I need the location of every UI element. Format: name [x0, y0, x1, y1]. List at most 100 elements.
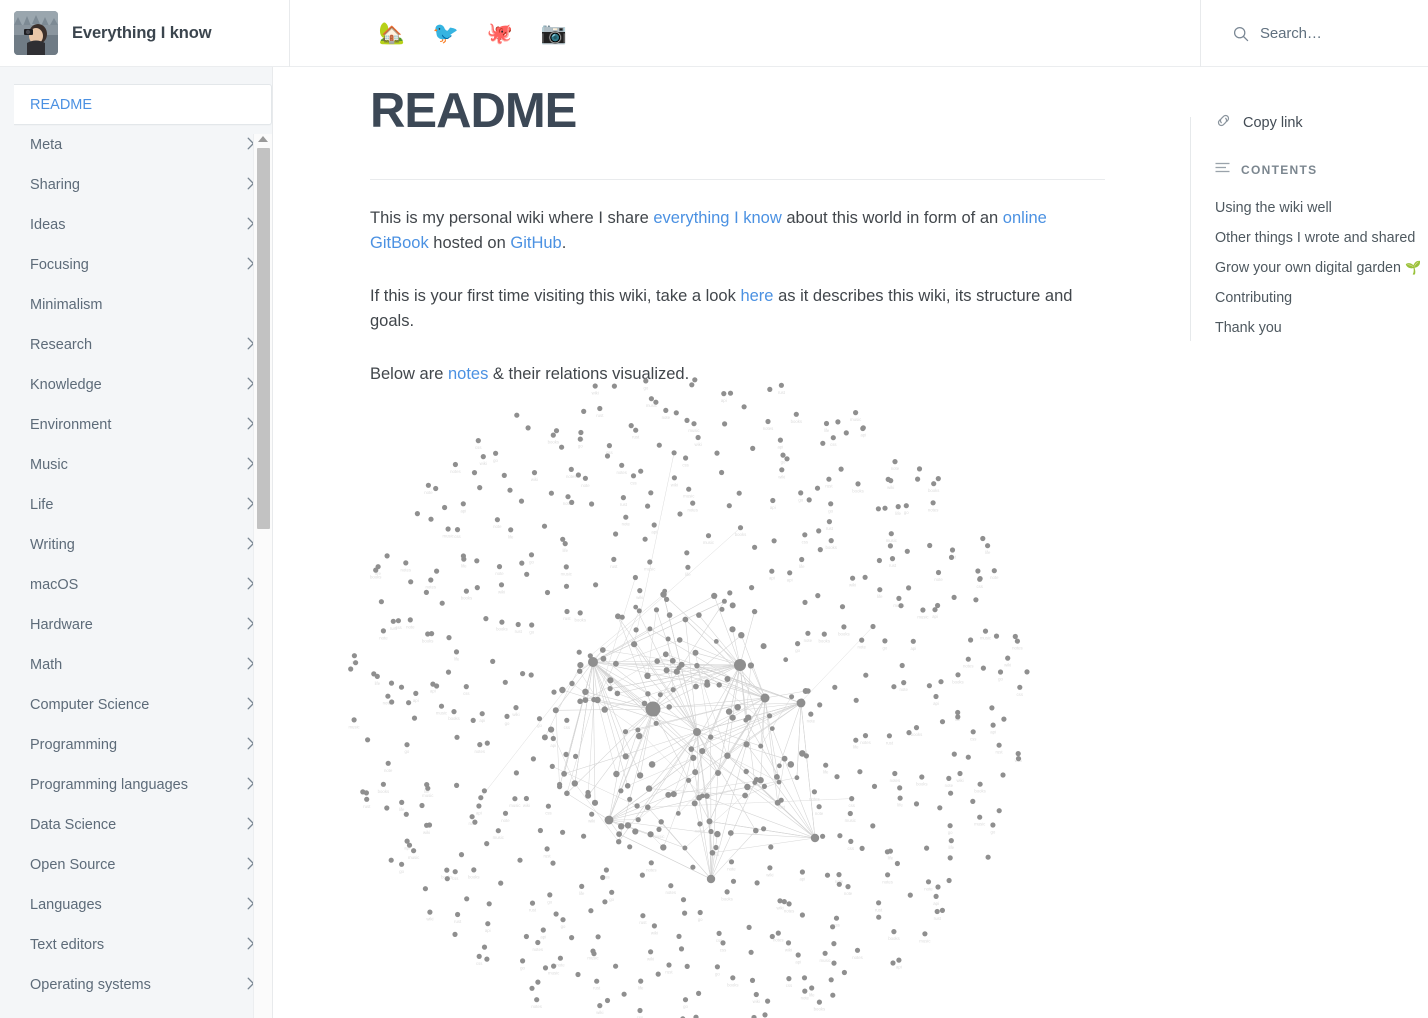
- search-input[interactable]: Search…: [1200, 0, 1428, 67]
- svg-text:rust: rust: [543, 853, 551, 858]
- svg-text:music: music: [703, 540, 715, 545]
- svg-text:api: api: [770, 505, 776, 510]
- inline-link[interactable]: GitHub: [510, 234, 561, 252]
- copy-link-button[interactable]: Copy link: [1215, 112, 1428, 134]
- svg-text:css: css: [630, 480, 636, 485]
- svg-text:note: note: [804, 638, 813, 643]
- sidebar-item-readme[interactable]: README: [14, 84, 272, 125]
- svg-text:wiki: wiki: [426, 917, 433, 922]
- bird-icon[interactable]: 🐦: [419, 13, 473, 53]
- svg-text:go: go: [698, 917, 703, 922]
- svg-text:api: api: [910, 646, 916, 651]
- sidebar-item-writing[interactable]: Writing: [0, 525, 272, 565]
- sidebar-item-life[interactable]: Life: [0, 485, 272, 525]
- sidebar-item-music[interactable]: Music: [0, 445, 272, 485]
- toc-item[interactable]: Using the wiki well: [1215, 193, 1428, 223]
- svg-text:notes: notes: [882, 879, 893, 884]
- svg-text:css: css: [452, 876, 458, 881]
- sidebar-item-sharing[interactable]: Sharing: [0, 165, 272, 205]
- svg-text:note: note: [900, 687, 909, 692]
- svg-text:books: books: [735, 532, 746, 537]
- svg-text:life: life: [638, 986, 644, 991]
- scrollbar-thumb[interactable]: [257, 148, 270, 529]
- camera-icon[interactable]: 📷: [527, 13, 581, 53]
- sidebar-item-open-source[interactable]: Open Source: [0, 845, 272, 885]
- top-header: Everything I know 🏡 🐦 🐙 📷 Search…: [0, 0, 1428, 67]
- svg-text:notes: notes: [890, 778, 901, 783]
- svg-text:wiki: wiki: [887, 485, 894, 490]
- svg-text:note: note: [727, 866, 736, 871]
- toc-item[interactable]: Other things I wrote and shared: [1215, 223, 1428, 253]
- svg-text:go: go: [529, 559, 534, 564]
- svg-text:css: css: [977, 584, 983, 589]
- svg-text:wiki: wiki: [1004, 663, 1011, 668]
- inline-link[interactable]: everything I know: [653, 209, 781, 227]
- svg-text:css: css: [970, 736, 976, 741]
- sidebar-item-research[interactable]: Research: [0, 325, 272, 365]
- sidebar-item-hardware[interactable]: Hardware: [0, 605, 272, 645]
- svg-text:books: books: [916, 782, 927, 787]
- svg-text:api: api: [860, 432, 866, 437]
- sidebar-item-label: Math: [30, 657, 63, 673]
- sidebar-item-knowledge[interactable]: Knowledge: [0, 365, 272, 405]
- toc-item-label: Thank you: [1215, 320, 1282, 336]
- sidebar-item-languages[interactable]: Languages: [0, 885, 272, 925]
- svg-text:rust: rust: [620, 502, 628, 507]
- sidebar-item-computer-science[interactable]: Computer Science: [0, 685, 272, 725]
- svg-text:notes: notes: [963, 664, 974, 669]
- sidebar-item-data-science[interactable]: Data Science: [0, 805, 272, 845]
- svg-text:rust: rust: [610, 564, 618, 569]
- svg-text:go: go: [643, 385, 648, 390]
- svg-text:note: note: [556, 963, 565, 968]
- toc-item[interactable]: Thank you: [1215, 313, 1428, 343]
- svg-text:life: life: [562, 548, 568, 553]
- svg-text:wiki: wiki: [512, 712, 519, 717]
- sidebar-item-macos[interactable]: macOS: [0, 565, 272, 605]
- svg-text:api: api: [721, 398, 727, 403]
- svg-text:music: music: [548, 971, 560, 976]
- svg-text:notes: notes: [533, 947, 544, 952]
- svg-text:wiki: wiki: [753, 999, 760, 1004]
- sidebar-item-ideas[interactable]: Ideas: [0, 205, 272, 245]
- sidebar-item-focusing[interactable]: Focusing: [0, 245, 272, 285]
- sidebar-item-programming[interactable]: Programming: [0, 725, 272, 765]
- svg-text:books: books: [496, 627, 507, 632]
- sidebar-item-text-editors[interactable]: Text editors: [0, 925, 272, 965]
- svg-text:music: music: [688, 428, 700, 433]
- sidebar-item-minimalism[interactable]: Minimalism: [0, 285, 272, 325]
- sidebar-scrollbar[interactable]: [253, 134, 272, 1018]
- aside-divider: [1190, 117, 1191, 341]
- svg-text:rust: rust: [563, 616, 571, 621]
- sidebar-item-environment[interactable]: Environment: [0, 405, 272, 445]
- inline-link[interactable]: here: [740, 287, 773, 305]
- svg-text:books: books: [378, 789, 389, 794]
- svg-text:music: music: [348, 724, 360, 729]
- svg-text:music: music: [443, 533, 455, 538]
- svg-text:notes: notes: [773, 938, 784, 943]
- sidebar-item-label: Ideas: [30, 217, 66, 233]
- sidebar-item-math[interactable]: Math: [0, 645, 272, 685]
- toc-item[interactable]: Grow your own digital garden 🌱: [1215, 253, 1428, 283]
- sidebar-item-label: Text editors: [30, 937, 105, 953]
- sidebar-nav: README Meta Sharing Ideas Focusing Minimalism…: [0, 67, 272, 1005]
- sidebar-item-programming-languages[interactable]: Programming languages: [0, 765, 272, 805]
- toc-item[interactable]: Contributing: [1215, 283, 1428, 313]
- svg-text:music: music: [820, 958, 832, 963]
- svg-text:rust: rust: [825, 484, 833, 489]
- scroll-up-arrow-icon[interactable]: [258, 136, 268, 142]
- octopus-icon[interactable]: 🐙: [473, 13, 527, 53]
- home-icon[interactable]: 🏡: [365, 13, 419, 53]
- svg-text:rust: rust: [632, 435, 640, 440]
- sidebar-item-label: Hardware: [30, 617, 93, 633]
- svg-text:note: note: [384, 768, 393, 773]
- svg-text:go: go: [529, 630, 534, 635]
- brand-home-link[interactable]: Everything I know: [0, 0, 290, 67]
- svg-text:music: music: [653, 834, 665, 839]
- svg-text:life: life: [809, 992, 815, 997]
- title-divider: [370, 178, 1105, 180]
- sidebar-item-operating-systems[interactable]: Operating systems: [0, 965, 272, 1005]
- svg-text:css: css: [830, 442, 836, 447]
- sidebar-item-meta[interactable]: Meta: [0, 125, 272, 165]
- note-relations-graph[interactable]: note notes css wiki go rust music api books life n…: [293, 372, 1083, 1018]
- svg-text:api: api: [430, 689, 436, 694]
